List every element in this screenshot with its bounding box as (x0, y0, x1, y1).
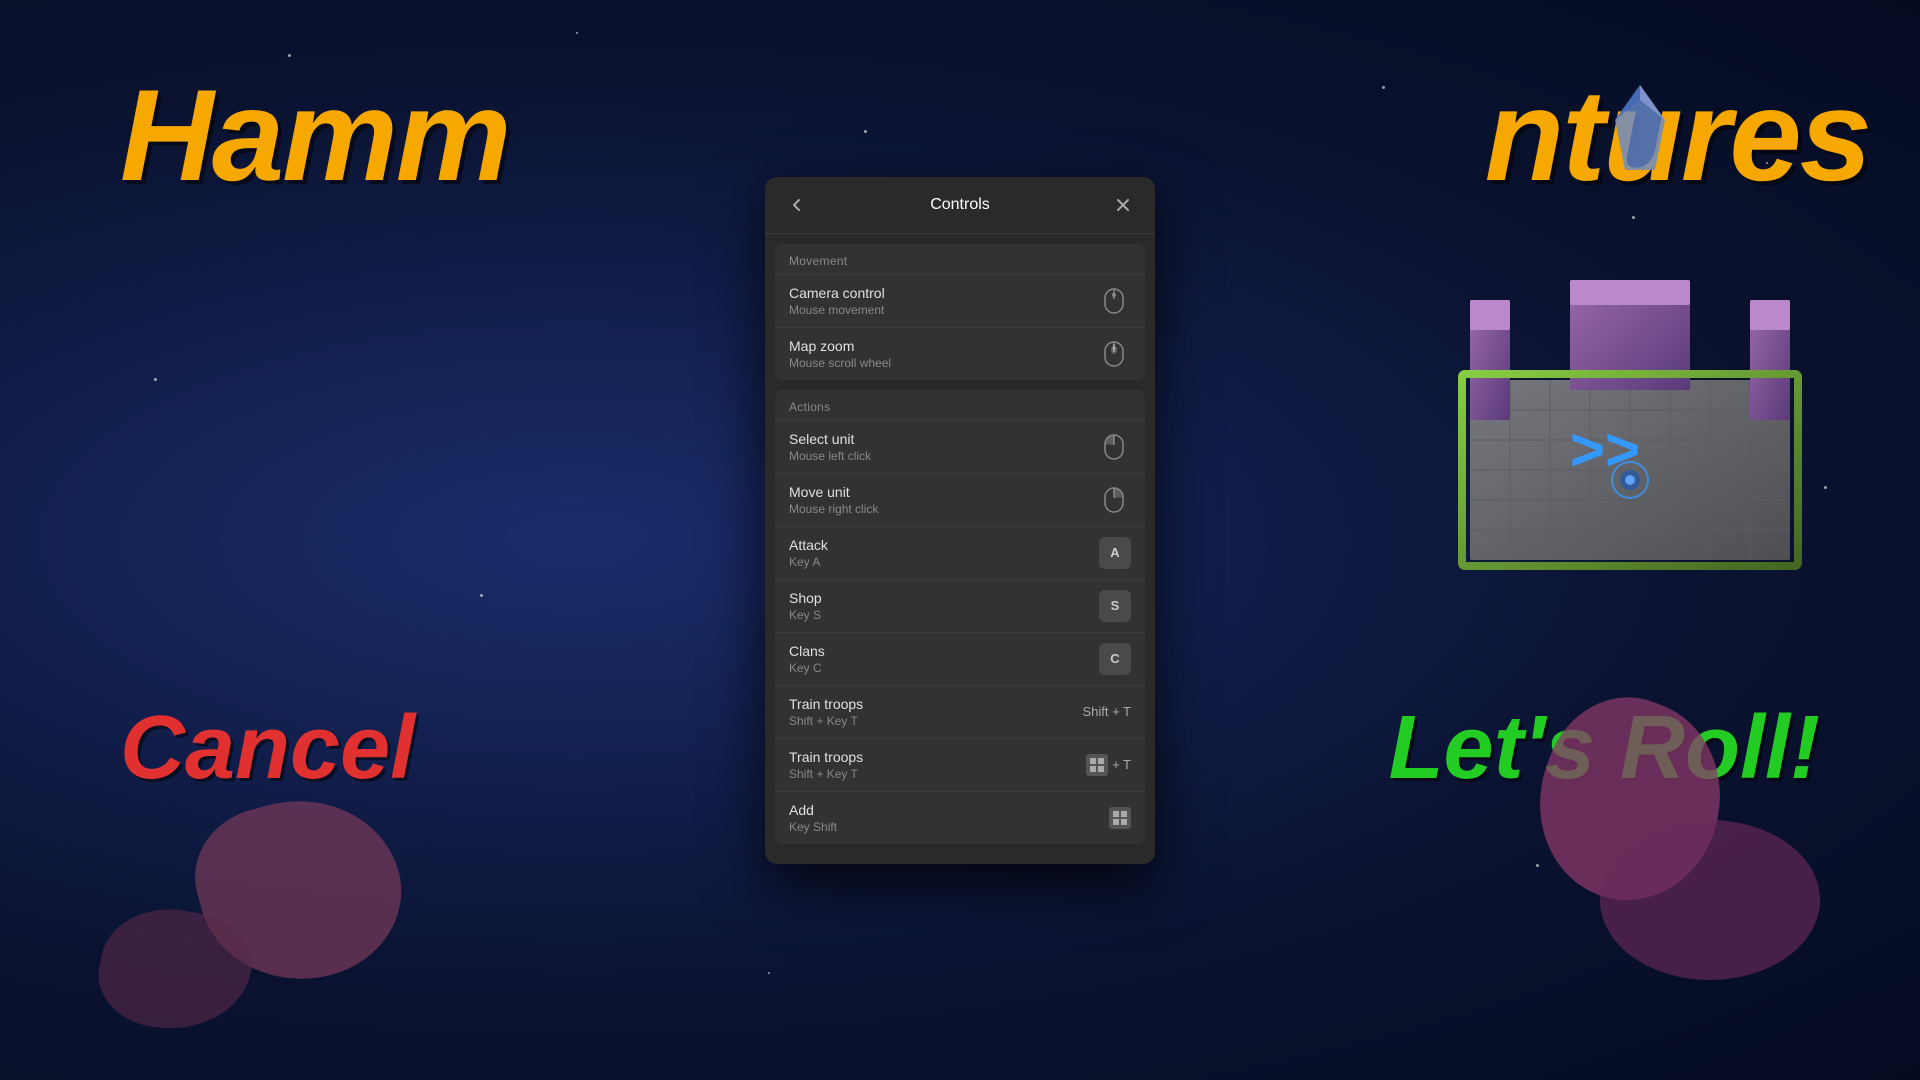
train-troops-win-key: Shift + Key T (789, 767, 863, 781)
camera-control-name: Camera control (789, 285, 885, 301)
attack-badge: A (1099, 537, 1131, 569)
map-zoom-key: Mouse scroll wheel (789, 356, 891, 370)
shift-label: Shift + T (1082, 704, 1131, 719)
back-button[interactable] (783, 191, 811, 219)
train-troops-item[interactable]: Train troops Shift + Key T Shift + T (775, 685, 1145, 738)
shop-badge: S (1099, 590, 1131, 622)
modal-title: Controls (811, 196, 1109, 214)
move-unit-name: Move unit (789, 484, 878, 500)
add-key: Key Shift (789, 820, 837, 834)
shop-item[interactable]: Shop Key S S (775, 579, 1145, 632)
map-zoom-item[interactable]: Map zoom Mouse scroll wheel (775, 327, 1145, 380)
attack-key: Key A (789, 555, 828, 569)
clans-badge: C (1099, 643, 1131, 675)
add-name: Add (789, 802, 837, 818)
train-troops-win-item[interactable]: Train troops Shift + Key T + T (775, 738, 1145, 791)
camera-control-badge (1097, 285, 1131, 317)
modal-header: Controls (765, 177, 1155, 234)
modal-body: Movement Camera control Mouse movement (765, 234, 1155, 864)
movement-section-header: Movement (775, 244, 1145, 274)
camera-control-item[interactable]: Camera control Mouse movement (775, 274, 1145, 327)
shop-name: Shop (789, 590, 822, 606)
clans-item[interactable]: Clans Key C C (775, 632, 1145, 685)
select-unit-name: Select unit (789, 431, 871, 447)
map-zoom-badge (1097, 338, 1131, 370)
train-troops-win-name: Train troops (789, 749, 863, 765)
shop-key: Key S (789, 608, 822, 622)
add-windows-icon (1109, 807, 1131, 829)
move-unit-item[interactable]: Move unit Mouse right click (775, 473, 1145, 526)
map-zoom-name: Map zoom (789, 338, 891, 354)
select-unit-badge (1097, 431, 1131, 463)
actions-section: Actions Select unit Mouse left click (775, 390, 1145, 844)
train-troops-badge: Shift + T (1082, 704, 1131, 719)
windows-icon (1086, 754, 1108, 776)
train-troops-name: Train troops (789, 696, 863, 712)
add-item[interactable]: Add Key Shift (775, 791, 1145, 844)
attack-item[interactable]: Attack Key A A (775, 526, 1145, 579)
train-troops-key: Shift + Key T (789, 714, 863, 728)
actions-section-header: Actions (775, 390, 1145, 420)
move-unit-key: Mouse right click (789, 502, 878, 516)
clans-name: Clans (789, 643, 825, 659)
controls-modal: Controls Movement Camera control Mouse m… (765, 177, 1155, 864)
camera-control-key: Mouse movement (789, 303, 885, 317)
select-unit-item[interactable]: Select unit Mouse left click (775, 420, 1145, 473)
movement-section: Movement Camera control Mouse movement (775, 244, 1145, 380)
select-unit-key: Mouse left click (789, 449, 871, 463)
train-troops-win-badge: + T (1086, 754, 1131, 776)
clans-key: Key C (789, 661, 825, 675)
modal-overlay: Controls Movement Camera control Mouse m… (0, 0, 1920, 1080)
win-plus-t-label: + T (1112, 757, 1131, 772)
add-badge (1109, 807, 1131, 829)
close-button[interactable] (1109, 191, 1137, 219)
move-unit-badge (1097, 484, 1131, 516)
attack-name: Attack (789, 537, 828, 553)
